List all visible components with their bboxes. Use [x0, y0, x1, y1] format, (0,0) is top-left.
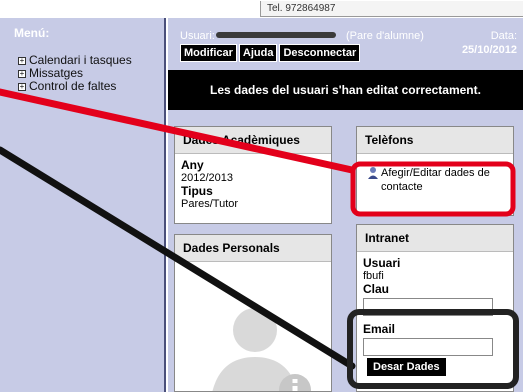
personal-panel: Dades Personals	[174, 234, 332, 392]
expand-icon: +	[18, 55, 26, 65]
date-label: Data:	[490, 30, 517, 42]
expand-icon: +	[18, 81, 26, 91]
user-bar: Usuari: (Pare d'alumne) Data: 25/10/2012…	[176, 24, 523, 62]
password-label: Clau	[363, 282, 390, 296]
type-value: Pares/Tutor	[181, 198, 239, 210]
email-label: Email	[363, 322, 396, 336]
sidebar-menu: Menú: + Calendari i tasques + Missatges …	[0, 18, 166, 392]
menu-title: Menú:	[14, 26, 50, 40]
phone-number: Tel. 972864987	[260, 1, 523, 17]
menu-item-absences[interactable]: + Control de faltes	[14, 80, 164, 93]
username-label: Usuari	[363, 256, 401, 270]
success-message: Les dades del usuari s'han editat correc…	[168, 70, 523, 110]
academic-panel: Dades Acadèmiques Any 2012/2013 Tipus Pa…	[174, 126, 332, 224]
main-content: Usuari: (Pare d'alumne) Data: 25/10/2012…	[168, 18, 523, 392]
avatar-placeholder-icon	[212, 308, 311, 391]
expand-icon: +	[18, 68, 26, 78]
phones-title: Telèfons	[357, 127, 513, 154]
user-label: Usuari:	[180, 30, 215, 42]
redacted-name	[216, 32, 336, 38]
password-field[interactable]	[363, 298, 493, 316]
edit-contact-link[interactable]: Afegir/Editar dades de contacte	[357, 154, 513, 194]
type-label: Tipus	[181, 184, 213, 198]
modify-button[interactable]: Modificar	[180, 44, 237, 62]
personal-title: Dades Personals	[175, 235, 331, 262]
email-field[interactable]	[363, 338, 493, 356]
date-value: 25/10/2012	[461, 44, 517, 56]
year-value: 2012/2013	[181, 172, 233, 184]
top-bar: Tel. 972864987	[0, 0, 523, 18]
user-role: (Pare d'alumne)	[346, 30, 424, 42]
save-button[interactable]: Desar Dades	[366, 357, 447, 377]
contact-icon	[368, 167, 378, 179]
year-label: Any	[181, 158, 204, 172]
phones-panel: Telèfons Afegir/Editar dades de contacte	[356, 126, 514, 216]
help-button[interactable]: Ajuda	[238, 44, 278, 62]
academic-title: Dades Acadèmiques	[175, 127, 331, 154]
intranet-title: Intranet	[357, 225, 513, 252]
menu-item-label: Control de faltes	[29, 79, 117, 93]
logout-button[interactable]: Desconnectar	[279, 44, 361, 62]
user-toolbar: Modificar Ajuda Desconnectar	[180, 44, 361, 62]
username-value: fbufi	[363, 270, 384, 282]
edit-contact-label: Afegir/Editar dades de contacte	[381, 167, 490, 193]
